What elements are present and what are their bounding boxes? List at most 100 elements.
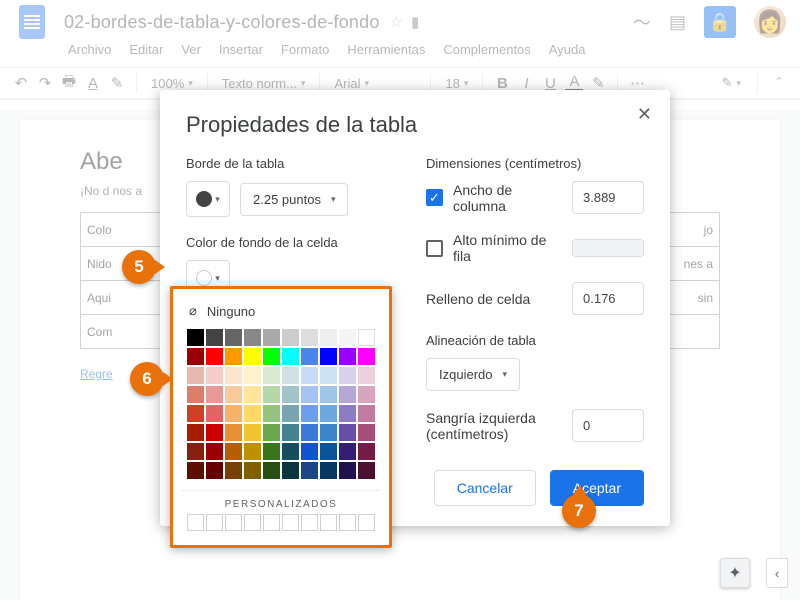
- color-swatch[interactable]: [187, 405, 204, 422]
- color-swatch[interactable]: [187, 348, 204, 365]
- color-swatch[interactable]: [282, 329, 299, 346]
- color-swatch[interactable]: [225, 329, 242, 346]
- color-swatch[interactable]: [187, 367, 204, 384]
- color-swatch[interactable]: [282, 424, 299, 441]
- color-swatch[interactable]: [301, 348, 318, 365]
- color-swatch[interactable]: [244, 329, 261, 346]
- color-swatch[interactable]: [263, 405, 280, 422]
- color-swatch[interactable]: [225, 367, 242, 384]
- color-swatch[interactable]: [282, 405, 299, 422]
- color-swatch[interactable]: [301, 424, 318, 441]
- color-swatch[interactable]: [206, 367, 223, 384]
- color-swatch[interactable]: [282, 462, 299, 479]
- col-width-checkbox[interactable]: ✓: [426, 189, 443, 206]
- color-swatch[interactable]: [206, 348, 223, 365]
- custom-color-slot[interactable]: [358, 514, 375, 531]
- color-swatch[interactable]: [320, 386, 337, 403]
- color-swatch[interactable]: [358, 329, 375, 346]
- color-swatch[interactable]: [320, 443, 337, 460]
- color-none-option[interactable]: ⌀ Ninguno: [181, 297, 381, 329]
- color-swatch[interactable]: [206, 443, 223, 460]
- color-swatch[interactable]: [320, 462, 337, 479]
- color-swatch[interactable]: [225, 462, 242, 479]
- color-swatch[interactable]: [244, 462, 261, 479]
- color-swatch[interactable]: [301, 367, 318, 384]
- color-swatch[interactable]: [301, 329, 318, 346]
- custom-color-slot[interactable]: [320, 514, 337, 531]
- color-swatch[interactable]: [263, 348, 280, 365]
- custom-color-slot[interactable]: [187, 514, 204, 531]
- color-swatch[interactable]: [244, 386, 261, 403]
- align-select[interactable]: Izquierdo: [426, 358, 520, 391]
- custom-color-slot[interactable]: [206, 514, 223, 531]
- custom-color-slot[interactable]: [263, 514, 280, 531]
- col-width-input[interactable]: 3.889: [572, 181, 644, 214]
- color-swatch[interactable]: [301, 386, 318, 403]
- color-swatch[interactable]: [282, 367, 299, 384]
- color-swatch[interactable]: [358, 424, 375, 441]
- color-swatch[interactable]: [339, 443, 356, 460]
- color-swatch[interactable]: [282, 443, 299, 460]
- color-swatch[interactable]: [358, 462, 375, 479]
- color-swatch[interactable]: [301, 405, 318, 422]
- color-swatch[interactable]: [339, 405, 356, 422]
- color-swatch[interactable]: [320, 405, 337, 422]
- color-swatch[interactable]: [282, 386, 299, 403]
- color-swatch[interactable]: [339, 367, 356, 384]
- color-swatch[interactable]: [206, 424, 223, 441]
- color-swatch[interactable]: [187, 424, 204, 441]
- color-swatch[interactable]: [244, 424, 261, 441]
- color-swatch[interactable]: [206, 386, 223, 403]
- custom-color-slot[interactable]: [301, 514, 318, 531]
- row-height-checkbox[interactable]: [426, 240, 443, 257]
- color-swatch[interactable]: [339, 462, 356, 479]
- padding-input[interactable]: 0.176: [572, 282, 644, 315]
- custom-color-slot[interactable]: [282, 514, 299, 531]
- color-swatch[interactable]: [339, 348, 356, 365]
- color-swatch[interactable]: [358, 405, 375, 422]
- chevron-left-icon[interactable]: ‹: [766, 558, 788, 588]
- color-swatch[interactable]: [206, 462, 223, 479]
- color-swatch[interactable]: [301, 443, 318, 460]
- color-swatch[interactable]: [263, 424, 280, 441]
- color-swatch[interactable]: [187, 443, 204, 460]
- color-swatch[interactable]: [244, 367, 261, 384]
- color-swatch[interactable]: [339, 329, 356, 346]
- color-swatch[interactable]: [225, 348, 242, 365]
- color-swatch[interactable]: [320, 329, 337, 346]
- color-swatch[interactable]: [358, 348, 375, 365]
- indent-input[interactable]: 0: [572, 409, 644, 442]
- color-swatch[interactable]: [358, 386, 375, 403]
- color-swatch[interactable]: [263, 462, 280, 479]
- color-swatch[interactable]: [263, 329, 280, 346]
- color-swatch[interactable]: [225, 405, 242, 422]
- color-swatch[interactable]: [358, 367, 375, 384]
- color-swatch[interactable]: [244, 348, 261, 365]
- color-swatch[interactable]: [263, 443, 280, 460]
- close-icon[interactable]: ✕: [637, 104, 652, 125]
- explore-button[interactable]: ✦: [720, 558, 750, 588]
- custom-color-slot[interactable]: [244, 514, 261, 531]
- color-swatch[interactable]: [244, 405, 261, 422]
- color-swatch[interactable]: [320, 367, 337, 384]
- custom-color-slot[interactable]: [225, 514, 242, 531]
- border-width-select[interactable]: 2.25 puntos: [240, 183, 348, 216]
- row-height-input[interactable]: [572, 239, 644, 257]
- cancel-button[interactable]: Cancelar: [434, 470, 536, 506]
- color-swatch[interactable]: [206, 329, 223, 346]
- custom-color-slot[interactable]: [339, 514, 356, 531]
- color-swatch[interactable]: [187, 386, 204, 403]
- color-swatch[interactable]: [282, 348, 299, 365]
- color-swatch[interactable]: [301, 462, 318, 479]
- color-swatch[interactable]: [320, 424, 337, 441]
- color-swatch[interactable]: [339, 386, 356, 403]
- color-swatch[interactable]: [187, 462, 204, 479]
- color-swatch[interactable]: [225, 443, 242, 460]
- color-swatch[interactable]: [225, 424, 242, 441]
- border-color-select[interactable]: [186, 181, 230, 217]
- color-swatch[interactable]: [206, 405, 223, 422]
- color-swatch[interactable]: [225, 386, 242, 403]
- color-swatch[interactable]: [358, 443, 375, 460]
- color-swatch[interactable]: [320, 348, 337, 365]
- color-swatch[interactable]: [339, 424, 356, 441]
